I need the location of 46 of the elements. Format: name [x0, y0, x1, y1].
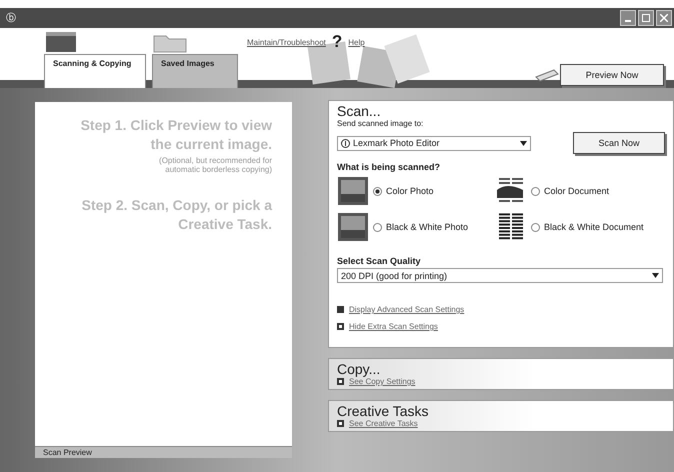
toggle-icon [337, 420, 344, 427]
settings-link[interactable]: See Creative Tasks [349, 419, 418, 428]
section-label: Select Scan Quality [337, 256, 422, 266]
step-text: Step 2. Scan, Copy, or pick a Creative Task. [80, 196, 272, 234]
section-title: Copy... [337, 361, 382, 377]
app-icon: ⓑ [6, 11, 16, 25]
dropdown-arrow-icon [652, 273, 659, 278]
toggle-icon [337, 378, 344, 385]
settings-link[interactable]: Display Advanced Scan Settings [349, 305, 464, 314]
option-label: Black & White Photo [386, 222, 468, 232]
close-icon [660, 14, 668, 22]
preview-now-button[interactable]: Preview Now [560, 64, 664, 86]
section-label: What is being scanned? [337, 162, 442, 172]
option-label: Color Photo [386, 186, 434, 196]
scan-now-button[interactable]: Scan Now [573, 132, 665, 154]
destination-dropdown[interactable]: Lexmark Photo Editor [337, 136, 531, 150]
option-label: Color Document [544, 186, 610, 196]
help-icon: ? [332, 32, 342, 52]
radio-button[interactable] [531, 222, 540, 232]
radio-button[interactable] [373, 222, 382, 232]
radio-button[interactable] [373, 186, 382, 196]
settings-link[interactable]: Hide Extra Scan Settings [349, 322, 438, 331]
option-label: Black & White Document [544, 222, 644, 232]
section-title: Scan... [337, 103, 382, 119]
close-button[interactable] [656, 10, 672, 26]
maximize-button[interactable] [638, 10, 654, 26]
tab[interactable]: Saved Images [152, 54, 238, 88]
editor-icon [341, 138, 350, 148]
quality-dropdown[interactable]: 200 DPI (good for printing) [337, 268, 663, 283]
note-text: (Optional, but recommended for automatic borderless copying) [158, 156, 272, 174]
section-title: Creative Tasks [337, 403, 430, 419]
dropdown-value: Lexmark Photo Editor [353, 138, 441, 148]
dropdown-arrow-icon [520, 140, 527, 146]
panel-caption: Scan Preview [35, 446, 292, 458]
tab[interactable]: Scanning & Copying [44, 54, 146, 88]
settings-link[interactable]: See Copy Settings [349, 377, 416, 386]
photo-icon [337, 176, 369, 206]
help-link[interactable]: Help [348, 38, 365, 46]
maximize-icon [642, 14, 650, 22]
minimize-button[interactable] [620, 10, 636, 26]
field-label: Send scanned image to: [337, 119, 424, 128]
step-text: Step 1. Click Preview to view the current image. [80, 116, 272, 154]
photo-icon [337, 212, 369, 242]
maintain-troubleshoot-link[interactable]: Maintain/Troubleshoot [247, 38, 326, 46]
radio-button[interactable] [531, 186, 540, 196]
dropdown-value: 200 DPI (good for printing) [341, 270, 448, 280]
